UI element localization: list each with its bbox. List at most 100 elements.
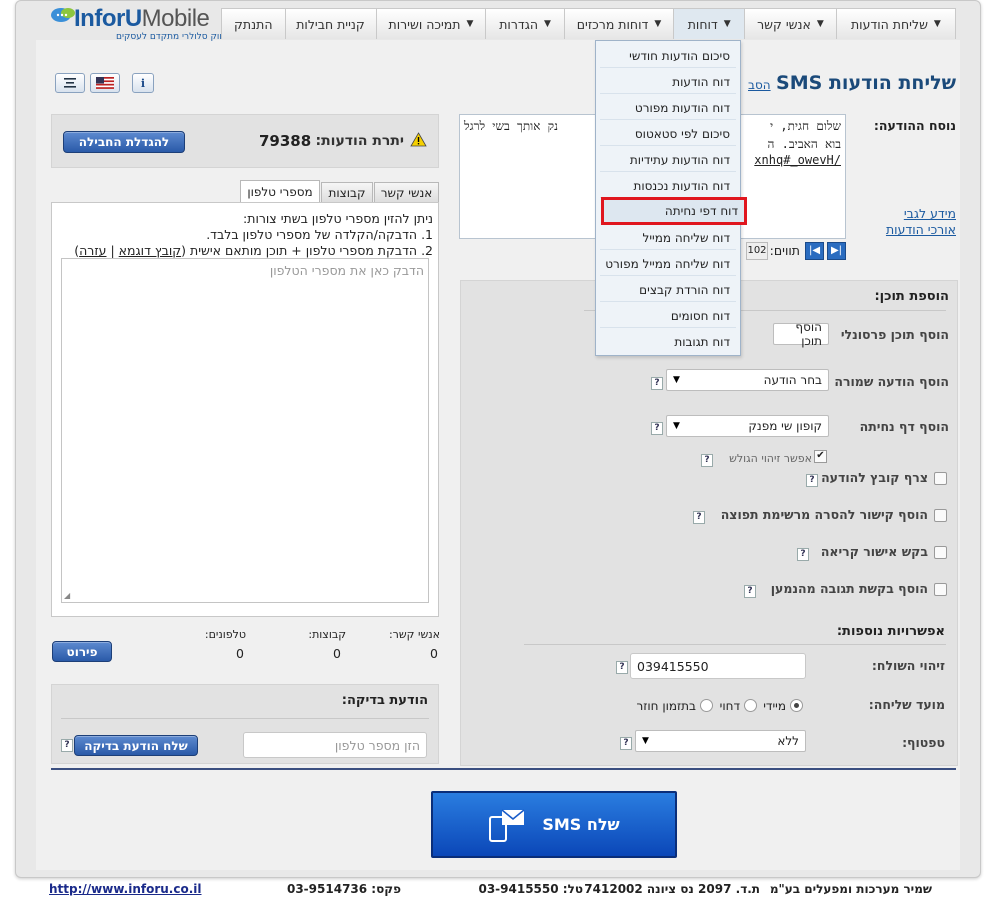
personal-content-select[interactable]: הוסף תוכן — [773, 320, 829, 348]
help-icon[interactable]: ? — [701, 454, 713, 467]
unsubscribe-link-checkbox[interactable] — [934, 509, 947, 522]
help-icon[interactable]: ? — [797, 548, 809, 561]
reply-request-label: הוסף בקשת תגובה מהנמען — [770, 581, 928, 596]
help-icon[interactable]: ? — [651, 377, 663, 390]
message-line-2: בוא האביב. ה — [767, 137, 841, 151]
direction-ltr-icon: ▶| — [830, 245, 843, 256]
send-test-button[interactable]: שלח הודעת בדיקה — [74, 735, 198, 756]
attach-file-checkbox[interactable] — [934, 472, 947, 485]
menu-item[interactable]: דוח הודעות עתידיות — [600, 148, 736, 172]
tab-phone-numbers[interactable]: מספרי טלפון — [240, 180, 320, 203]
help-icon[interactable]: ? — [806, 474, 818, 487]
menu-item-landing-pages-report[interactable]: דוח דפי נחיתה — [601, 197, 747, 225]
contacts-count-label: אנשי קשר: — [388, 628, 440, 641]
help-link[interactable]: הסב — [748, 78, 771, 92]
rtl-button[interactable]: |◀ — [805, 242, 824, 260]
menu-item[interactable]: דוח תגובות — [600, 330, 736, 354]
timing-delayed-label: דחוי — [719, 699, 740, 713]
help-icon[interactable]: ? — [616, 661, 628, 674]
saved-message-select[interactable]: בחר הודעה ▼ — [666, 369, 829, 391]
menu-item[interactable]: דוח שליחה ממייל — [600, 226, 736, 250]
test-phone-input[interactable]: הזן מספר טלפון — [243, 732, 427, 758]
phones-placeholder: הדבק כאן את מספרי הטלפון — [269, 263, 424, 278]
landing-page-select[interactable]: קופון שי מפנק ▼ — [666, 415, 829, 437]
menu-item[interactable]: דוח הורדת קבצים — [600, 278, 736, 302]
timing-delayed-radio[interactable] — [744, 699, 757, 712]
read-receipt-checkbox[interactable] — [934, 546, 947, 559]
align-icon-button[interactable] — [55, 73, 85, 93]
identify-surfer-checkbox[interactable]: ✔ — [814, 450, 827, 463]
groups-count: 0 — [333, 646, 341, 661]
page-title: שליחת הודעות SMS — [776, 72, 956, 94]
nav-logout[interactable]: התנתק — [221, 8, 286, 39]
info-icon: i — [140, 76, 146, 90]
footer-website-link[interactable]: http://www.inforu.co.il — [49, 882, 202, 896]
footer-fax: פקס: 03-9514736 — [286, 882, 401, 896]
drip-select[interactable]: ללא ▼ — [635, 730, 806, 752]
nav-send-messages[interactable]: ▼ שליחת הודעות — [835, 8, 956, 39]
footer-tel: טל: 03-9415550 — [478, 882, 583, 896]
brand-tagline: שיווק סלולרי מתקדם לעסקים — [116, 32, 231, 42]
chat-bubble-icon — [51, 8, 75, 22]
logo[interactable]: InforUMobile שיווק סלולרי מתקדם לעסקים — [46, 2, 230, 44]
read-receipt-label: בקש אישור קריאה — [820, 544, 928, 559]
menu-item[interactable]: סיכום לפי סטאטוס — [600, 122, 736, 146]
identify-surfer-label: אפשר זיהוי הגולש — [729, 452, 812, 465]
nav-support[interactable]: ▼ תמיכה ושירות — [375, 8, 487, 39]
sender-id-label: זיהוי השולח: — [871, 658, 945, 673]
chevron-down-icon: ▼ — [723, 19, 731, 29]
info-button[interactable]: i — [132, 73, 154, 93]
message-length-link[interactable]: מידע לגבי אורכי הודעות — [876, 206, 956, 238]
nav-reports[interactable]: ▼ דוחות — [673, 8, 746, 39]
footer-address: ת.ד. 2097 נס ציונה 7412002 — [584, 882, 760, 896]
help-icon[interactable]: ? — [744, 585, 756, 598]
message-line-1b: נק אותך בשי לרגל — [464, 119, 558, 133]
menu-item[interactable]: סיכום הודעות חודשי — [600, 44, 736, 68]
chevron-down-icon: ▼ — [466, 19, 474, 29]
sender-id-input[interactable]: 039415550 — [630, 653, 806, 679]
menu-item[interactable]: דוח חסומים — [600, 304, 736, 328]
timing-immediate-radio[interactable] — [790, 699, 803, 712]
nav-central-reports[interactable]: ▼ דוחות מרכזים — [563, 8, 675, 39]
menu-item[interactable]: דוח הודעות — [600, 70, 736, 94]
help-phones-link[interactable]: עזרה — [79, 243, 106, 258]
section-divider — [51, 768, 956, 770]
menu-item[interactable]: דוח שליחה ממייל מפורט — [600, 252, 736, 276]
nav-buy-packages[interactable]: קניית חבילות — [284, 8, 377, 39]
direction-rtl-icon: |◀ — [808, 245, 821, 256]
align-center-icon — [64, 78, 76, 88]
help-icon[interactable]: ? — [651, 422, 663, 435]
increase-package-button[interactable]: להגדלת החבילה — [63, 131, 185, 153]
phones-option-1: 1. הדבקה/הקלדה של מספרי טלפון בלבד. — [206, 227, 433, 242]
phones-textarea[interactable]: הדבק כאן את מספרי הטלפון ◢ — [61, 258, 429, 603]
timing-recurring-label: בתזמון חוזר — [636, 699, 696, 713]
nav-contacts[interactable]: ▼ אנשי קשר — [744, 8, 837, 39]
chevron-down-icon: ▼ — [544, 19, 551, 29]
send-timing-label: מועד שליחה: — [868, 697, 945, 712]
help-icon[interactable]: ? — [61, 739, 73, 752]
timing-recurring-radio[interactable] — [700, 699, 713, 712]
reply-request-checkbox[interactable] — [934, 583, 947, 596]
menu-item[interactable]: דוח הודעות מפורט — [600, 96, 736, 120]
help-icon[interactable]: ? — [620, 737, 632, 750]
phones-count-label: טלפונים: — [204, 628, 246, 641]
tab-contacts[interactable]: אנשי קשר — [374, 182, 439, 203]
nav-settings[interactable]: ▼ הגדרות — [485, 8, 565, 39]
message-line-1a: שלום חגית, י — [769, 119, 841, 133]
menu-item[interactable]: דוח הודעות נכנסות — [600, 174, 736, 198]
main-nav: ▼ שליחת הודעות ▼ אנשי קשר ▼ דוחות ▼ דוחות מר… — [221, 8, 956, 39]
contacts-count: 0 — [430, 646, 438, 661]
details-button[interactable]: פירוט — [52, 641, 112, 662]
send-sms-button[interactable]: שלח SMS — [431, 791, 677, 858]
mobile-message-icon — [489, 808, 525, 842]
chevron-down-icon: ▼ — [642, 736, 649, 746]
ltr-button[interactable]: ▶| — [827, 242, 846, 260]
content-title: הוספת תוכן: — [874, 289, 949, 304]
help-icon[interactable]: ? — [693, 511, 705, 524]
tab-groups[interactable]: קבוצות — [321, 182, 373, 203]
language-flag-button[interactable] — [90, 73, 120, 93]
chars-count: 102 — [746, 242, 768, 260]
resize-handle-icon[interactable]: ◢ — [64, 591, 70, 600]
sample-file-link[interactable]: קובץ דוגמא — [119, 243, 181, 258]
attach-file-label: צרף קובץ להודעה — [821, 470, 928, 485]
